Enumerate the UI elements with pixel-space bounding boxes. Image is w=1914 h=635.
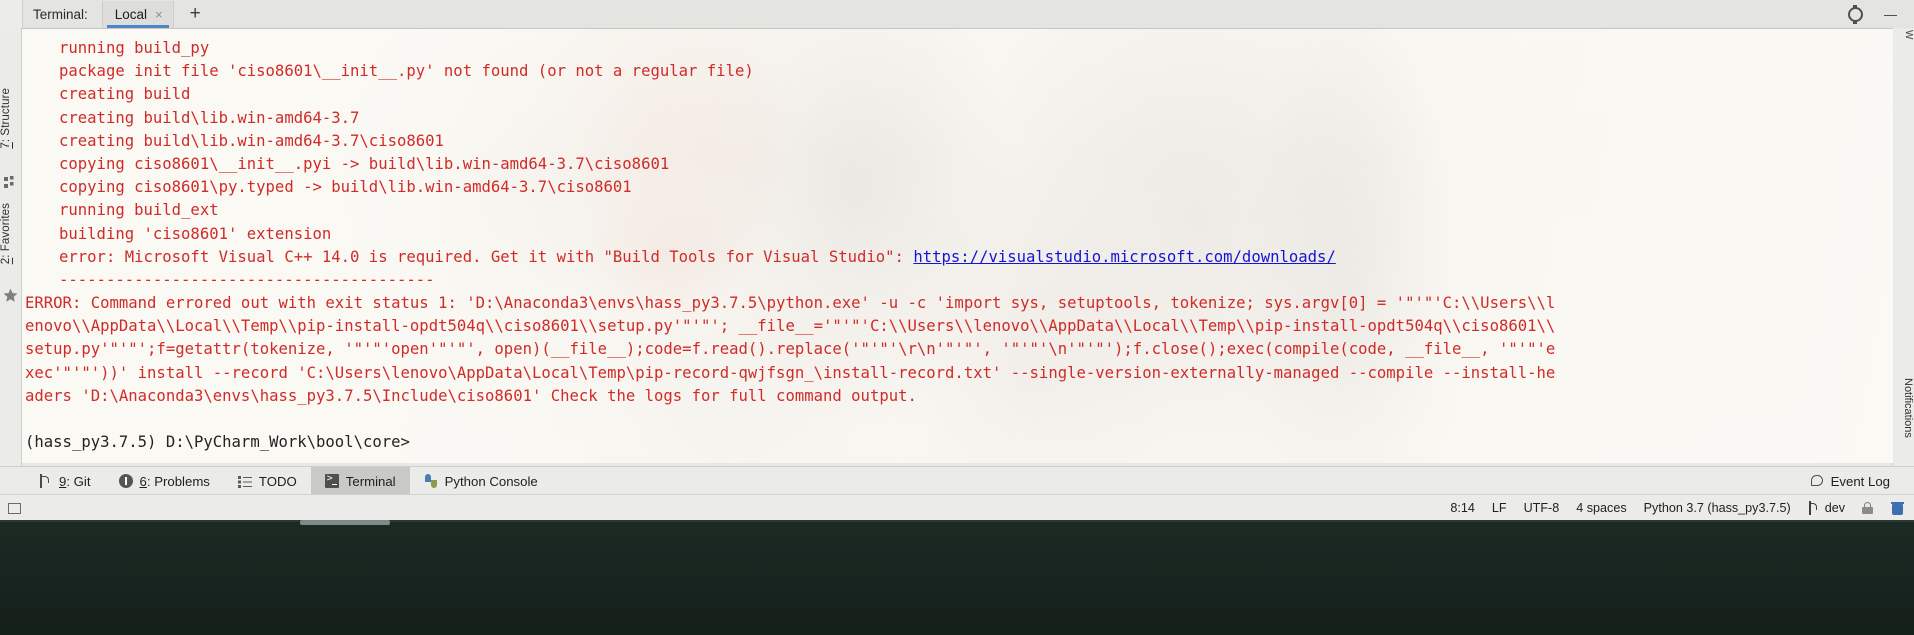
terminal-line: copying ciso8601\__init__.pyi -> build\l…	[59, 154, 670, 173]
terminal-line: xec'"'"'))' install --record 'C:\Users\l…	[25, 363, 1556, 382]
pycharm-window: Terminal: Local × + 7: Structure 2: Favo…	[0, 0, 1914, 635]
terminal-line: creating build\lib.win-amd64-3.7\ciso860…	[59, 131, 444, 150]
terminal-line: creating build\lib.win-amd64-3.7	[59, 108, 360, 127]
horizontal-scrollbar-thumb[interactable]	[300, 520, 390, 525]
toggle-sidebar-icon[interactable]	[8, 502, 21, 514]
tool-window-todo-label: TODO	[258, 473, 297, 489]
structure-icon	[4, 176, 14, 188]
favorites-shortcut-number: 2	[0, 257, 12, 265]
tool-window-terminal[interactable]: Terminal	[310, 467, 410, 495]
tool-window-python-console-label: Python Console	[444, 473, 538, 489]
terminal-toolwindow-label: Terminal:	[33, 6, 88, 22]
event-log-label: Event Log	[1830, 473, 1890, 489]
terminal-line: error: Microsoft Visual C++ 14.0 is requ…	[59, 247, 1336, 266]
caret-position[interactable]: 8:14	[1450, 501, 1475, 515]
star-icon	[3, 288, 18, 302]
terminal-output-panel[interactable]: running build_pypackage init file 'ciso8…	[22, 29, 1893, 463]
os-taskbar-top-edge	[0, 520, 1914, 522]
status-bar-right: 8:14 LF UTF-8 4 spaces Python 3.7 (hass_…	[1450, 501, 1914, 515]
sidebar-item-favorites[interactable]: 2: Favorites	[0, 203, 21, 264]
problems-shortcut-number: 6	[139, 473, 147, 489]
right-strip-top-label[interactable]: W	[1893, 30, 1914, 39]
tool-window-git[interactable]: 9: Git	[24, 467, 105, 495]
terminal-line: copying ciso8601\py.typed -> build\lib.w…	[59, 178, 632, 197]
tool-window-git-label: : Git	[66, 473, 91, 489]
sidebar-item-notifications[interactable]: Notifications	[1893, 378, 1914, 438]
tool-window-todo[interactable]: TODO	[224, 467, 311, 495]
terminal-text: running build_pypackage init file 'ciso8…	[22, 29, 1893, 454]
tool-window-bar: 9: Git 6: Problems TODO Terminal Python …	[0, 466, 1914, 495]
terminal-icon	[324, 473, 339, 488]
python-interpreter[interactable]: Python 3.7 (hass_py3.7.5)	[1644, 501, 1791, 515]
git-branch-widget[interactable]: dev	[1808, 501, 1845, 515]
trash-icon[interactable]	[1891, 501, 1904, 515]
minimize-icon[interactable]	[1883, 7, 1898, 22]
tool-window-terminal-label: Terminal	[345, 473, 396, 489]
file-encoding[interactable]: UTF-8	[1524, 501, 1560, 515]
gear-icon[interactable]	[1848, 4, 1863, 24]
os-taskbar-background	[0, 520, 1914, 635]
visual-studio-download-link[interactable]: https://visualstudio.microsoft.com/downl…	[913, 248, 1335, 266]
structure-label: : Structure	[0, 88, 12, 143]
terminal-line: running build_py	[59, 39, 210, 57]
line-separator[interactable]: LF	[1492, 501, 1507, 515]
indent-setting[interactable]: 4 spaces	[1576, 501, 1626, 515]
python-icon	[424, 474, 438, 488]
structure-shortcut-number: 7	[0, 142, 12, 149]
terminal-line: setup.py'"'"';f=getattr(tokenize, '"'"'o…	[25, 340, 1556, 359]
tool-window-event-log[interactable]: Event Log	[1810, 474, 1914, 489]
problems-icon	[118, 474, 133, 488]
tool-window-problems[interactable]: 6: Problems	[105, 467, 224, 495]
terminal-tab-bar: Terminal: Local × +	[0, 0, 1914, 29]
close-icon[interactable]: ×	[155, 8, 163, 21]
terminal-line: running build_ext	[59, 201, 219, 220]
sidebar-item-structure[interactable]: 7: Structure	[0, 88, 21, 149]
terminal-line: ----------------------------------------	[59, 270, 435, 289]
status-bar-left	[0, 502, 21, 514]
todo-icon	[237, 474, 252, 488]
tool-window-problems-label: : Problems	[146, 473, 210, 489]
terminal-tab-local-label: Local	[114, 6, 148, 22]
tab-bar-left-gutter	[0, 0, 23, 28]
tab-bar-tools	[1848, 4, 1914, 24]
terminal-line: aders 'D:\Anaconda3\envs\hass_py3.7.5\In…	[25, 386, 917, 405]
status-bar: 8:14 LF UTF-8 4 spaces Python 3.7 (hass_…	[0, 494, 1914, 521]
terminal-line: building 'ciso8601' extension	[59, 224, 332, 243]
new-session-plus-icon[interactable]: +	[174, 4, 217, 23]
git-icon	[38, 474, 52, 488]
tool-window-python-console[interactable]: Python Console	[410, 467, 552, 495]
terminal-line: creating build	[59, 85, 191, 104]
favorites-label: : Favorites	[0, 203, 12, 258]
terminal-prompt[interactable]: (hass_py3.7.5) D:\PyCharm_Work\bool\core…	[22, 431, 1893, 454]
tab-bar-spacer	[217, 0, 1848, 28]
terminal-line: package init file 'ciso8601\__init__.py'…	[59, 62, 754, 81]
os-taskbar	[0, 520, 1914, 635]
git-branch-name: dev	[1824, 501, 1845, 515]
terminal-line: enovo\\AppData\\Local\\Temp\\pip-install…	[25, 317, 1556, 336]
terminal-tab-local[interactable]: Local ×	[101, 0, 174, 28]
branch-icon	[1808, 501, 1820, 515]
lock-icon[interactable]	[1862, 501, 1874, 515]
terminal-line: ERROR: Command errored out with exit sta…	[25, 294, 1556, 313]
event-log-icon	[1810, 474, 1824, 488]
